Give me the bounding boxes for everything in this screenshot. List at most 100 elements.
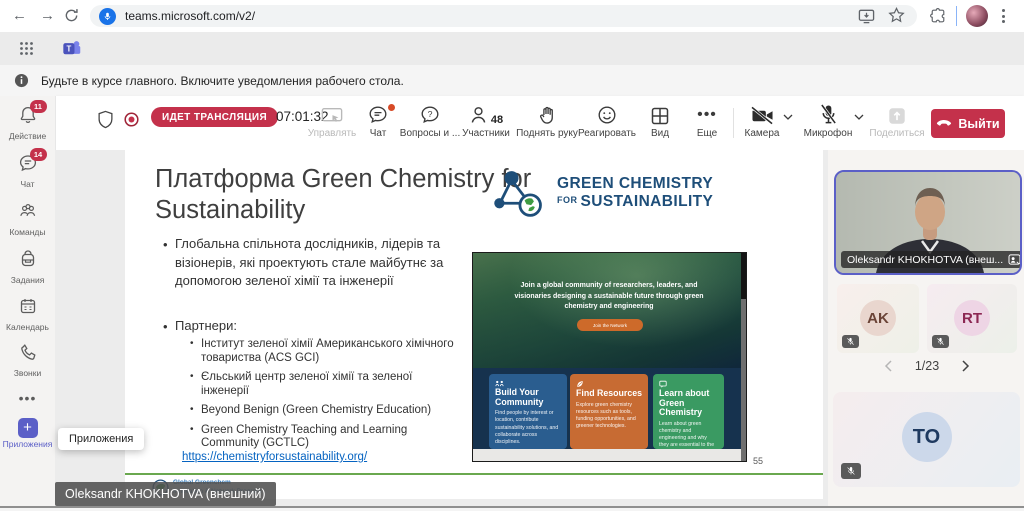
browser-menu-icon[interactable] (1002, 9, 1005, 23)
avatar-initials: AK (860, 300, 896, 336)
microphone-button[interactable]: Микрофон (795, 104, 861, 139)
recording-indicator-icon[interactable] (123, 111, 140, 128)
community-icon (495, 380, 561, 387)
browser-toolbar: ← → teams.microsoft.com/v2/ (0, 0, 1024, 33)
shared-slide: Платформа Green Chemistry for Sustainabi… (125, 150, 823, 499)
meeting-toolbar: ИДЕТ ТРАНСЛЯЦИЯ 07:01:32 Управлять Чат ?… (55, 96, 1024, 150)
sidebar-item-calls[interactable]: Звонки (0, 342, 55, 378)
participants-icon: 48 (453, 104, 519, 126)
live-streaming-badge: ИДЕТ ТРАНСЛЯЦИЯ (151, 107, 278, 127)
page-next-icon[interactable] (962, 360, 970, 372)
calendar-icon (18, 296, 38, 316)
microphone-off-icon (795, 104, 861, 126)
backpack-icon (18, 249, 38, 269)
hangup-icon (936, 119, 952, 128)
sidebar-more-icon[interactable]: ••• (0, 390, 55, 406)
teams-app-header: T (0, 32, 1024, 66)
window-bottom-edge (0, 506, 1024, 508)
bell-icon: 11 (18, 105, 38, 125)
participants-count: 48 (491, 114, 503, 126)
avatar-initials: TO (902, 412, 952, 462)
partner-item: Інститут зеленої хімії Американського хі… (201, 338, 463, 365)
chat-notification-dot (388, 104, 395, 111)
teams-logo-icon[interactable]: T (62, 39, 82, 58)
gc4s-logo: GREEN CHEMISTRY FORSUSTAINABILITY (491, 168, 713, 218)
partner-item: Єльський центр зеленої хімії та зеленої … (201, 371, 463, 398)
molecule-globe-icon (491, 168, 547, 218)
teams-meeting-window: ← → teams.microsoft.com/v2/ (0, 0, 1024, 511)
activity-badge: 11 (30, 100, 47, 113)
participant-status-icon (1008, 254, 1021, 265)
main-speaker-video[interactable]: Oleksandr KHOKHOTVA (внеш... (834, 170, 1022, 275)
slide-divider-line (125, 473, 823, 475)
slide-page-number: 55 (753, 456, 763, 466)
browser-forward-icon[interactable]: → (40, 0, 55, 32)
leave-button[interactable]: Выйти (931, 109, 1005, 138)
chat-badge: 14 (30, 148, 47, 161)
partner-item: Green Chemistry Teaching and Learning Co… (201, 424, 463, 451)
sidebar-item-activity[interactable]: 11 Действие (0, 105, 55, 141)
share-button[interactable]: Поделиться (864, 104, 930, 139)
apps-tooltip: Приложения (58, 428, 144, 450)
bookmark-star-icon[interactable] (888, 7, 905, 24)
gallery-pagination: 1/23 (884, 359, 970, 373)
raise-hand-button[interactable]: Поднять руку (514, 104, 580, 139)
muted-mic-icon (842, 335, 859, 348)
learn-icon (659, 380, 718, 388)
slide-hyperlink[interactable]: https://chemistryforsustainability.org/ (182, 451, 367, 463)
camera-chevron-icon[interactable] (783, 114, 793, 120)
muted-mic-icon (932, 335, 949, 348)
teams-left-rail: 11 Действие 14 Чат Команды Задания (0, 96, 56, 511)
svg-text:T: T (66, 45, 71, 54)
url-text: teams.microsoft.com/v2/ (125, 9, 255, 23)
partner-item: Beyond Benign (Green Chemistry Education… (201, 404, 463, 418)
leaf-icon (576, 380, 642, 388)
browser-back-icon[interactable]: ← (12, 0, 27, 32)
card-build-community: Build Your Community Find people by inte… (489, 374, 567, 449)
website-scrollbar (741, 253, 746, 461)
muted-mic-icon (841, 463, 861, 479)
slide-bullet-1: • Глобальна спільнота дослідників, лідер… (175, 235, 475, 291)
sidebar-item-assignments[interactable]: Задания (0, 249, 55, 285)
sidebar-item-teams[interactable]: Команды (0, 201, 55, 237)
share-icon (864, 104, 930, 126)
send-to-device-icon[interactable] (858, 8, 875, 24)
browser-reload-icon[interactable] (64, 8, 79, 23)
browser-address-bar[interactable]: teams.microsoft.com/v2/ (90, 5, 917, 27)
svg-text:?: ? (428, 109, 433, 119)
sidebar-item-apps[interactable]: + Приложения (0, 418, 55, 449)
join-network-button: Join the Network (577, 319, 643, 331)
participant-tile-rt[interactable]: RT (927, 284, 1017, 353)
logo-line1: GREEN CHEMISTRY (557, 175, 713, 192)
participants-button[interactable]: 48 Участники (453, 104, 519, 139)
security-shield-icon[interactable] (97, 110, 114, 129)
mic-permission-icon[interactable] (99, 8, 116, 25)
participant-tile-to[interactable]: TO (833, 392, 1020, 487)
extensions-icon[interactable] (930, 8, 946, 24)
apps-plus-icon: + (18, 418, 38, 438)
page-prev-icon[interactable] (884, 360, 892, 372)
teams-people-icon (18, 201, 38, 221)
camera-button[interactable]: Камера (729, 104, 795, 139)
phone-icon (18, 342, 38, 362)
speaker-name-label: Oleksandr KHOKHOTVA (внеш... (841, 251, 1022, 268)
banner-text: Будьте в курсе главного. Включите уведом… (41, 74, 404, 88)
participants-video-panel: Oleksandr KHOKHOTVA (внеш... AK RT 1/23 (828, 150, 1024, 511)
divider (956, 6, 957, 26)
avatar-initials: RT (954, 300, 990, 336)
logo-line2: SUSTAINABILITY (581, 193, 714, 210)
slide-title: Платформа Green Chemistry for Sustainabi… (155, 164, 540, 225)
card-find-resources: Find Resources Explore green chemistry r… (570, 374, 648, 449)
logo-for: FOR (557, 195, 578, 205)
browser-profile-avatar[interactable] (966, 5, 988, 27)
slide-bullet-2: • Партнери: (175, 318, 237, 333)
participant-tile-ak[interactable]: AK (837, 284, 919, 353)
sidebar-item-calendar[interactable]: Календарь (0, 296, 55, 332)
microphone-chevron-icon[interactable] (854, 114, 864, 120)
presenter-name-overlay: Oleksandr KHOKHOTVA (внешний) (55, 482, 276, 506)
card-learn-green-chemistry: Learn about Green Chemistry Learn about … (653, 374, 724, 449)
app-launcher-icon[interactable] (19, 41, 34, 56)
sidebar-item-chat[interactable]: 14 Чат (0, 153, 55, 189)
raise-hand-icon (514, 104, 580, 126)
chat-bubble-icon: 14 (18, 153, 38, 173)
